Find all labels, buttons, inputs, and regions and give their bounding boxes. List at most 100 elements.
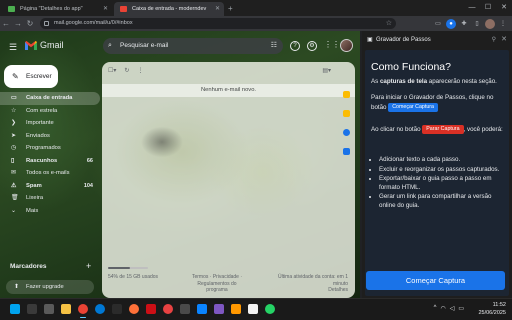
reload-icon[interactable]: ↻ bbox=[24, 19, 36, 28]
wifi-icon[interactable]: ◠ bbox=[440, 305, 445, 312]
calendar-icon[interactable] bbox=[342, 91, 350, 98]
maximize-icon[interactable]: ☐ bbox=[480, 0, 496, 16]
nav-item-chevron-down[interactable]: ⌄ Mais bbox=[0, 205, 100, 218]
tasks-icon[interactable] bbox=[342, 129, 350, 136]
task-view-icon[interactable] bbox=[44, 304, 54, 314]
main-menu-icon[interactable]: ☰ bbox=[9, 42, 17, 53]
nav-item-spam[interactable]: ⚠ Spam 104 bbox=[0, 180, 100, 193]
refresh-icon[interactable]: ↻ bbox=[124, 67, 129, 74]
side-panel-header: ▣ Gravador de Passos ⚲ ✕ bbox=[362, 31, 512, 49]
how-it-works-heading: Como Funciona? bbox=[371, 61, 451, 73]
keep-icon[interactable] bbox=[342, 110, 350, 117]
more-options-icon[interactable]: ⋮ bbox=[137, 67, 143, 74]
sidepanel-icon[interactable]: ▯ bbox=[472, 19, 482, 29]
program-policies-link[interactable]: Regulamentos do programa bbox=[187, 281, 247, 294]
send-icon: ➤ bbox=[11, 132, 17, 139]
app-icon[interactable] bbox=[231, 304, 241, 314]
puzzle-icon[interactable]: ✚ bbox=[459, 19, 469, 29]
clock-date: 25/06/2025 bbox=[478, 309, 506, 316]
app-icon[interactable] bbox=[112, 304, 122, 314]
labels-heading: Marcadores bbox=[10, 263, 47, 270]
toolbar-icons: ▭ ● ✚ ▯ ⋮ bbox=[433, 18, 508, 29]
tab-title: Página "Detalhes do app" bbox=[20, 6, 83, 12]
whatsapp-icon[interactable] bbox=[265, 304, 275, 314]
intro-text: As capturas de tela aparecerão nesta seç… bbox=[371, 78, 505, 87]
nav-item-draft[interactable]: ▯ Rascunhos 66 bbox=[0, 155, 100, 168]
bookmark-star-icon[interactable]: ☆ bbox=[386, 18, 392, 29]
opera-icon[interactable] bbox=[163, 304, 173, 314]
tab-close-icon[interactable]: ✕ bbox=[215, 2, 220, 16]
side-apps-rail bbox=[340, 91, 352, 155]
file-explorer-icon[interactable] bbox=[61, 304, 71, 314]
forward-icon[interactable]: → bbox=[12, 19, 24, 28]
start-menu-icon[interactable] bbox=[10, 304, 20, 314]
footer-links: Termos · Privacidade · Regulamentos do p… bbox=[187, 274, 247, 294]
settings-gear-icon[interactable]: ⚙ bbox=[307, 41, 317, 51]
feature-bullet: Exportar/baixar o guia passo a passo em … bbox=[379, 175, 503, 192]
pin-icon[interactable]: ⚲ bbox=[492, 31, 496, 49]
intro-text-start: As bbox=[371, 78, 380, 85]
menu-dots-icon[interactable]: ⋮ bbox=[498, 19, 508, 29]
extension-icon[interactable]: ● bbox=[446, 18, 456, 29]
firefox-icon[interactable] bbox=[129, 304, 139, 314]
start-capture-button[interactable]: Começar Captura bbox=[366, 271, 505, 290]
app-icon[interactable] bbox=[214, 304, 224, 314]
gmail-favicon-icon bbox=[120, 6, 127, 12]
tray-chevron-icon[interactable]: ^ bbox=[434, 305, 437, 312]
gmail-logo[interactable]: Gmail bbox=[25, 40, 64, 50]
nav-item-scheduled[interactable]: ◷ Programados bbox=[0, 142, 100, 155]
start-instructions: Para iniciar o Gravador de Passos, cliqu… bbox=[371, 94, 505, 112]
nav-item-inbox[interactable]: ▭ Caixa de entrada bbox=[0, 92, 100, 105]
tab-close-icon[interactable]: ✕ bbox=[103, 2, 108, 16]
cast-icon[interactable]: ▭ bbox=[433, 19, 443, 29]
close-panel-icon[interactable]: ✕ bbox=[501, 31, 507, 49]
nav-item-important[interactable]: ❯ Importante bbox=[0, 117, 100, 130]
nav-item-trash[interactable]: 🗑 Lixeira bbox=[0, 192, 100, 205]
browser-tab-details[interactable]: Página "Detalhes do app" ✕ bbox=[2, 2, 112, 16]
volume-icon[interactable]: ◁ bbox=[450, 305, 455, 312]
edge-icon[interactable] bbox=[95, 304, 105, 314]
chrome-icon[interactable] bbox=[78, 304, 88, 318]
browser-tab-inbox[interactable]: Caixa de entrada - moderndev ✕ bbox=[114, 2, 224, 16]
draft-icon: ▯ bbox=[11, 157, 15, 164]
add-label-icon[interactable]: + bbox=[86, 261, 91, 271]
minimize-icon[interactable]: — bbox=[464, 0, 480, 16]
storage-text[interactable]: 54% de 15 GB usados bbox=[108, 274, 158, 281]
split-view-icon[interactable]: ▤▾ bbox=[322, 67, 331, 74]
search-icon[interactable]: ⌕ bbox=[108, 38, 112, 54]
app-icon[interactable] bbox=[197, 304, 207, 314]
nav-item-all-mail[interactable]: ✉ Todos os e-mails bbox=[0, 167, 100, 180]
terms-privacy-link[interactable]: Termos · Privacidade · bbox=[187, 274, 247, 281]
site-info-icon[interactable] bbox=[44, 21, 49, 26]
nav-item-send[interactable]: ➤ Enviados bbox=[0, 130, 100, 143]
details-link[interactable]: Detalhes bbox=[252, 287, 348, 294]
app-icon[interactable] bbox=[146, 304, 156, 314]
back-icon[interactable]: ← bbox=[0, 19, 12, 28]
search-input[interactable]: Pesquisar e-mail bbox=[120, 42, 168, 49]
app-icon[interactable] bbox=[248, 304, 258, 314]
filter-options-icon[interactable]: ☷ bbox=[271, 38, 277, 54]
stop-capture-pill: Parar Captura bbox=[422, 125, 464, 134]
instructions-card: Como Funciona? As capturas de tela apare… bbox=[365, 50, 509, 296]
compose-button[interactable]: ✎ Escrever bbox=[4, 65, 58, 88]
select-all-checkbox[interactable]: ☐▾ bbox=[108, 67, 116, 74]
close-window-icon[interactable]: ✕ bbox=[496, 0, 512, 16]
account-avatar[interactable] bbox=[340, 39, 353, 52]
nav-item-label: Importante bbox=[26, 120, 54, 126]
contacts-icon[interactable] bbox=[342, 148, 350, 155]
compose-label: Escrever bbox=[26, 73, 52, 80]
nav-item-star[interactable]: ☆ Com estrela bbox=[0, 105, 100, 118]
chevron-down-icon: ⌄ bbox=[11, 207, 17, 214]
apps-grid-icon[interactable]: ⋮⋮ bbox=[324, 41, 340, 51]
battery-icon[interactable]: ▭ bbox=[458, 305, 464, 312]
taskbar-clock[interactable]: 11:52 25/06/2025 bbox=[478, 302, 506, 317]
upgrade-button[interactable]: ⬆ Fazer upgrade bbox=[6, 280, 94, 294]
search-taskbar-icon[interactable] bbox=[27, 304, 37, 314]
scheduled-icon: ◷ bbox=[11, 145, 17, 151]
help-icon[interactable]: ? bbox=[290, 41, 300, 51]
profile-avatar[interactable] bbox=[485, 18, 495, 29]
address-bar[interactable]: mail.google.com/mail/u/0/#inbox ☆ bbox=[40, 18, 396, 29]
new-tab-icon[interactable]: + bbox=[228, 2, 233, 16]
app-icon[interactable] bbox=[180, 304, 190, 314]
search-bar[interactable]: ⌕ Pesquisar e-mail ☷ bbox=[103, 38, 283, 54]
